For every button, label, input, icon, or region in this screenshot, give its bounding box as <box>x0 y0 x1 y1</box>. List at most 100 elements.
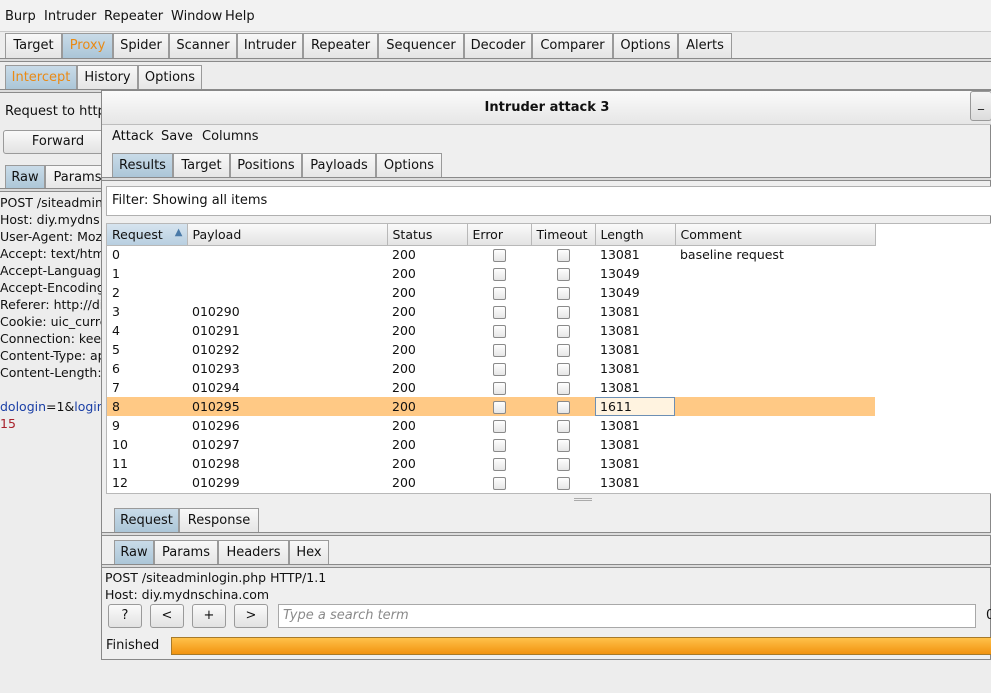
column-header-error[interactable]: Error <box>467 224 532 246</box>
help-button[interactable]: ? <box>108 604 142 628</box>
table-row[interactable]: 12 010299 200 13081 <box>107 473 875 492</box>
checkbox-icon[interactable] <box>492 382 506 395</box>
column-header-status[interactable]: Status <box>387 224 468 246</box>
table-row[interactable]: 2 200 13049 <box>107 283 875 302</box>
cell-request: 4 <box>112 323 120 338</box>
tab-positions[interactable]: Positions <box>230 153 302 179</box>
tab-decoder[interactable]: Decoder <box>464 33 532 59</box>
tab-request[interactable]: Request <box>114 508 179 534</box>
cell-length: 13081 <box>600 475 640 490</box>
tab-payloads[interactable]: Payloads <box>302 153 376 179</box>
menu-intruder[interactable]: Intruder <box>44 9 96 24</box>
request-viewer[interactable]: POST /siteadminlogin.php HTTP/1.1 Host: … <box>105 569 326 603</box>
column-header-payload[interactable]: Payload <box>187 224 388 246</box>
previous-button[interactable]: < <box>150 604 184 628</box>
checkbox-icon[interactable] <box>556 287 570 300</box>
tab-hex[interactable]: Hex <box>289 540 329 566</box>
checkbox-icon[interactable] <box>492 439 506 452</box>
cell-status: 200 <box>392 456 416 471</box>
table-splitter-handle[interactable] <box>574 498 592 501</box>
tab-intruder[interactable]: Intruder <box>237 33 303 59</box>
checkbox-icon[interactable] <box>492 458 506 471</box>
tab-results[interactable]: Results <box>112 153 173 179</box>
checkbox-icon[interactable] <box>556 477 570 490</box>
tab-dialog-options[interactable]: Options <box>376 153 442 179</box>
tab-scanner[interactable]: Scanner <box>169 33 237 59</box>
checkbox-icon[interactable] <box>556 268 570 281</box>
checkbox-icon[interactable] <box>556 439 570 452</box>
checkbox-icon[interactable] <box>492 363 506 376</box>
menu-burp[interactable]: Burp <box>5 9 36 24</box>
checkbox-icon[interactable] <box>492 287 506 300</box>
forward-button[interactable]: Forward <box>3 130 113 154</box>
column-header-request[interactable]: Request ▲ <box>107 224 188 246</box>
menu-repeater[interactable]: Repeater <box>104 9 163 24</box>
cell-comment <box>675 397 875 416</box>
tab-alerts[interactable]: Alerts <box>678 33 732 59</box>
checkbox-icon[interactable] <box>492 420 506 433</box>
table-row[interactable]: 0 200 13081 baseline request <box>107 245 875 264</box>
checkbox-icon[interactable] <box>556 401 570 414</box>
checkbox-icon[interactable] <box>556 382 570 395</box>
table-row[interactable]: 10 010297 200 13081 <box>107 435 875 454</box>
tab-dialog-target[interactable]: Target <box>173 153 230 179</box>
table-row[interactable]: 6 010293 200 13081 <box>107 359 875 378</box>
tab-proxy-options[interactable]: Options <box>138 65 202 91</box>
checkbox-icon[interactable] <box>556 306 570 319</box>
column-header-length[interactable]: Length <box>595 224 676 246</box>
tab-comparer[interactable]: Comparer <box>532 33 613 59</box>
cell-comment <box>675 454 875 473</box>
next-button[interactable]: > <box>234 604 268 628</box>
tab-history[interactable]: History <box>77 65 138 91</box>
tab-spider[interactable]: Spider <box>113 33 169 59</box>
column-header-timeout[interactable]: Timeout <box>531 224 596 246</box>
checkbox-icon[interactable] <box>492 401 506 414</box>
table-row[interactable]: 3 010290 200 13081 <box>107 302 875 321</box>
menu-columns[interactable]: Columns <box>202 129 259 144</box>
checkbox-icon[interactable] <box>556 344 570 357</box>
tab-raw[interactable]: Raw <box>114 540 154 566</box>
tab-repeater[interactable]: Repeater <box>303 33 378 59</box>
dialog-editor-separator <box>102 564 991 568</box>
table-row[interactable]: 7 010294 200 13081 <box>107 378 875 397</box>
checkbox-icon[interactable] <box>556 325 570 338</box>
tab-sequencer[interactable]: Sequencer <box>378 33 464 59</box>
tab-headers[interactable]: Headers <box>218 540 289 566</box>
results-filter-bar[interactable]: Filter: Showing all items <box>106 186 991 216</box>
tab-response[interactable]: Response <box>179 508 259 534</box>
table-row[interactable]: 11 010298 200 13081 <box>107 454 875 473</box>
cell-request: 6 <box>112 361 120 376</box>
search-input[interactable]: Type a search term <box>278 604 976 628</box>
column-header-comment[interactable]: Comment <box>675 224 876 246</box>
checkbox-icon[interactable] <box>492 268 506 281</box>
cell-timeout <box>531 454 595 473</box>
checkbox-icon[interactable] <box>556 420 570 433</box>
tab-proxy[interactable]: Proxy <box>62 33 113 59</box>
tab-intercept[interactable]: Intercept <box>5 65 77 91</box>
checkbox-icon[interactable] <box>492 477 506 490</box>
table-row[interactable]: 1 200 13049 <box>107 264 875 283</box>
tab-params[interactable]: Params <box>154 540 218 566</box>
checkbox-icon[interactable] <box>556 249 570 263</box>
menu-attack[interactable]: Attack <box>112 129 154 144</box>
checkbox-icon[interactable] <box>556 363 570 376</box>
minimize-button[interactable]: _ <box>970 91 991 121</box>
table-row[interactable]: 5 010292 200 13081 <box>107 340 875 359</box>
table-row[interactable]: 8 010295 200 1611 <box>107 397 875 416</box>
cell-error <box>467 416 531 435</box>
checkbox-icon[interactable] <box>492 344 506 357</box>
add-button[interactable]: + <box>192 604 226 628</box>
table-row[interactable]: 9 010296 200 13081 <box>107 416 875 435</box>
cell-request: 0 <box>112 247 120 263</box>
checkbox-icon[interactable] <box>492 306 506 319</box>
tab-options[interactable]: Options <box>613 33 678 59</box>
checkbox-icon[interactable] <box>492 249 506 263</box>
cell-comment: baseline request <box>680 247 784 263</box>
menu-help[interactable]: Help <box>225 9 255 24</box>
checkbox-icon[interactable] <box>556 458 570 471</box>
tab-target[interactable]: Target <box>5 33 62 59</box>
checkbox-icon[interactable] <box>492 325 506 338</box>
table-row[interactable]: 4 010291 200 13081 <box>107 321 875 340</box>
menu-save[interactable]: Save <box>161 129 193 144</box>
menu-window[interactable]: Window <box>171 9 222 24</box>
